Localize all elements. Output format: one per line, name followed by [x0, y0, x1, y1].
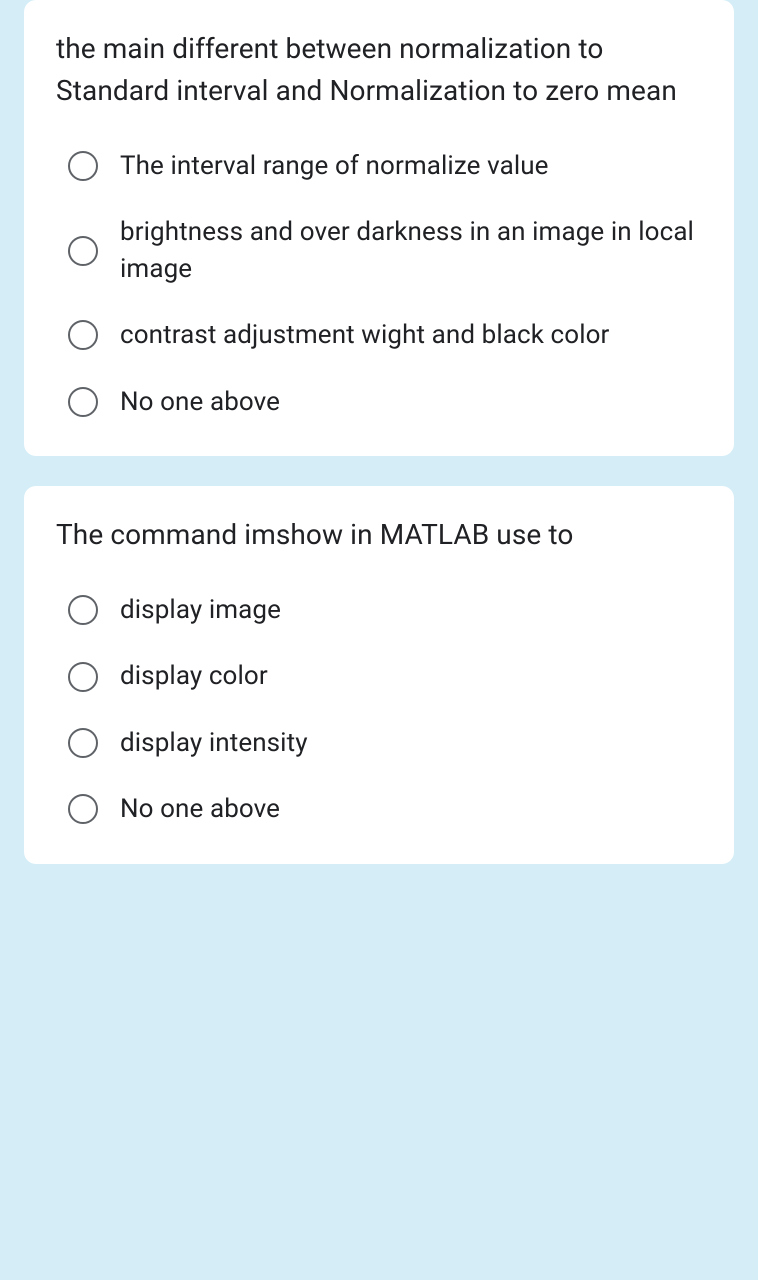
radio-icon — [68, 595, 98, 625]
option-row[interactable]: display image — [68, 592, 702, 628]
option-row[interactable]: brightness and over darkness in an image… — [68, 214, 702, 287]
option-label: display color — [120, 658, 268, 694]
question-card-1: the main different between normalization… — [24, 0, 734, 456]
option-row[interactable]: display intensity — [68, 725, 702, 761]
option-label: display image — [120, 592, 281, 628]
radio-icon — [68, 728, 98, 758]
question-text: the main different between normalization… — [56, 28, 702, 112]
options-group: The interval range of normalize value br… — [56, 148, 702, 420]
option-row[interactable]: display color — [68, 658, 702, 694]
option-row[interactable]: No one above — [68, 791, 702, 827]
option-label: display intensity — [120, 725, 308, 761]
radio-icon — [68, 387, 98, 417]
radio-icon — [68, 320, 98, 350]
radio-icon — [68, 151, 98, 181]
option-row[interactable]: No one above — [68, 384, 702, 420]
radio-icon — [68, 662, 98, 692]
radio-icon — [68, 794, 98, 824]
option-label: The interval range of normalize value — [120, 148, 549, 184]
option-label: brightness and over darkness in an image… — [120, 214, 702, 287]
option-label: contrast adjustment wight and black colo… — [120, 317, 609, 353]
radio-icon — [68, 236, 98, 266]
options-group: display image display color display inte… — [56, 592, 702, 828]
question-card-2: The command imshow in MATLAB use to disp… — [24, 486, 734, 864]
option-row[interactable]: contrast adjustment wight and black colo… — [68, 317, 702, 353]
option-label: No one above — [120, 384, 280, 420]
option-row[interactable]: The interval range of normalize value — [68, 148, 702, 184]
question-text: The command imshow in MATLAB use to — [56, 514, 702, 556]
option-label: No one above — [120, 791, 280, 827]
